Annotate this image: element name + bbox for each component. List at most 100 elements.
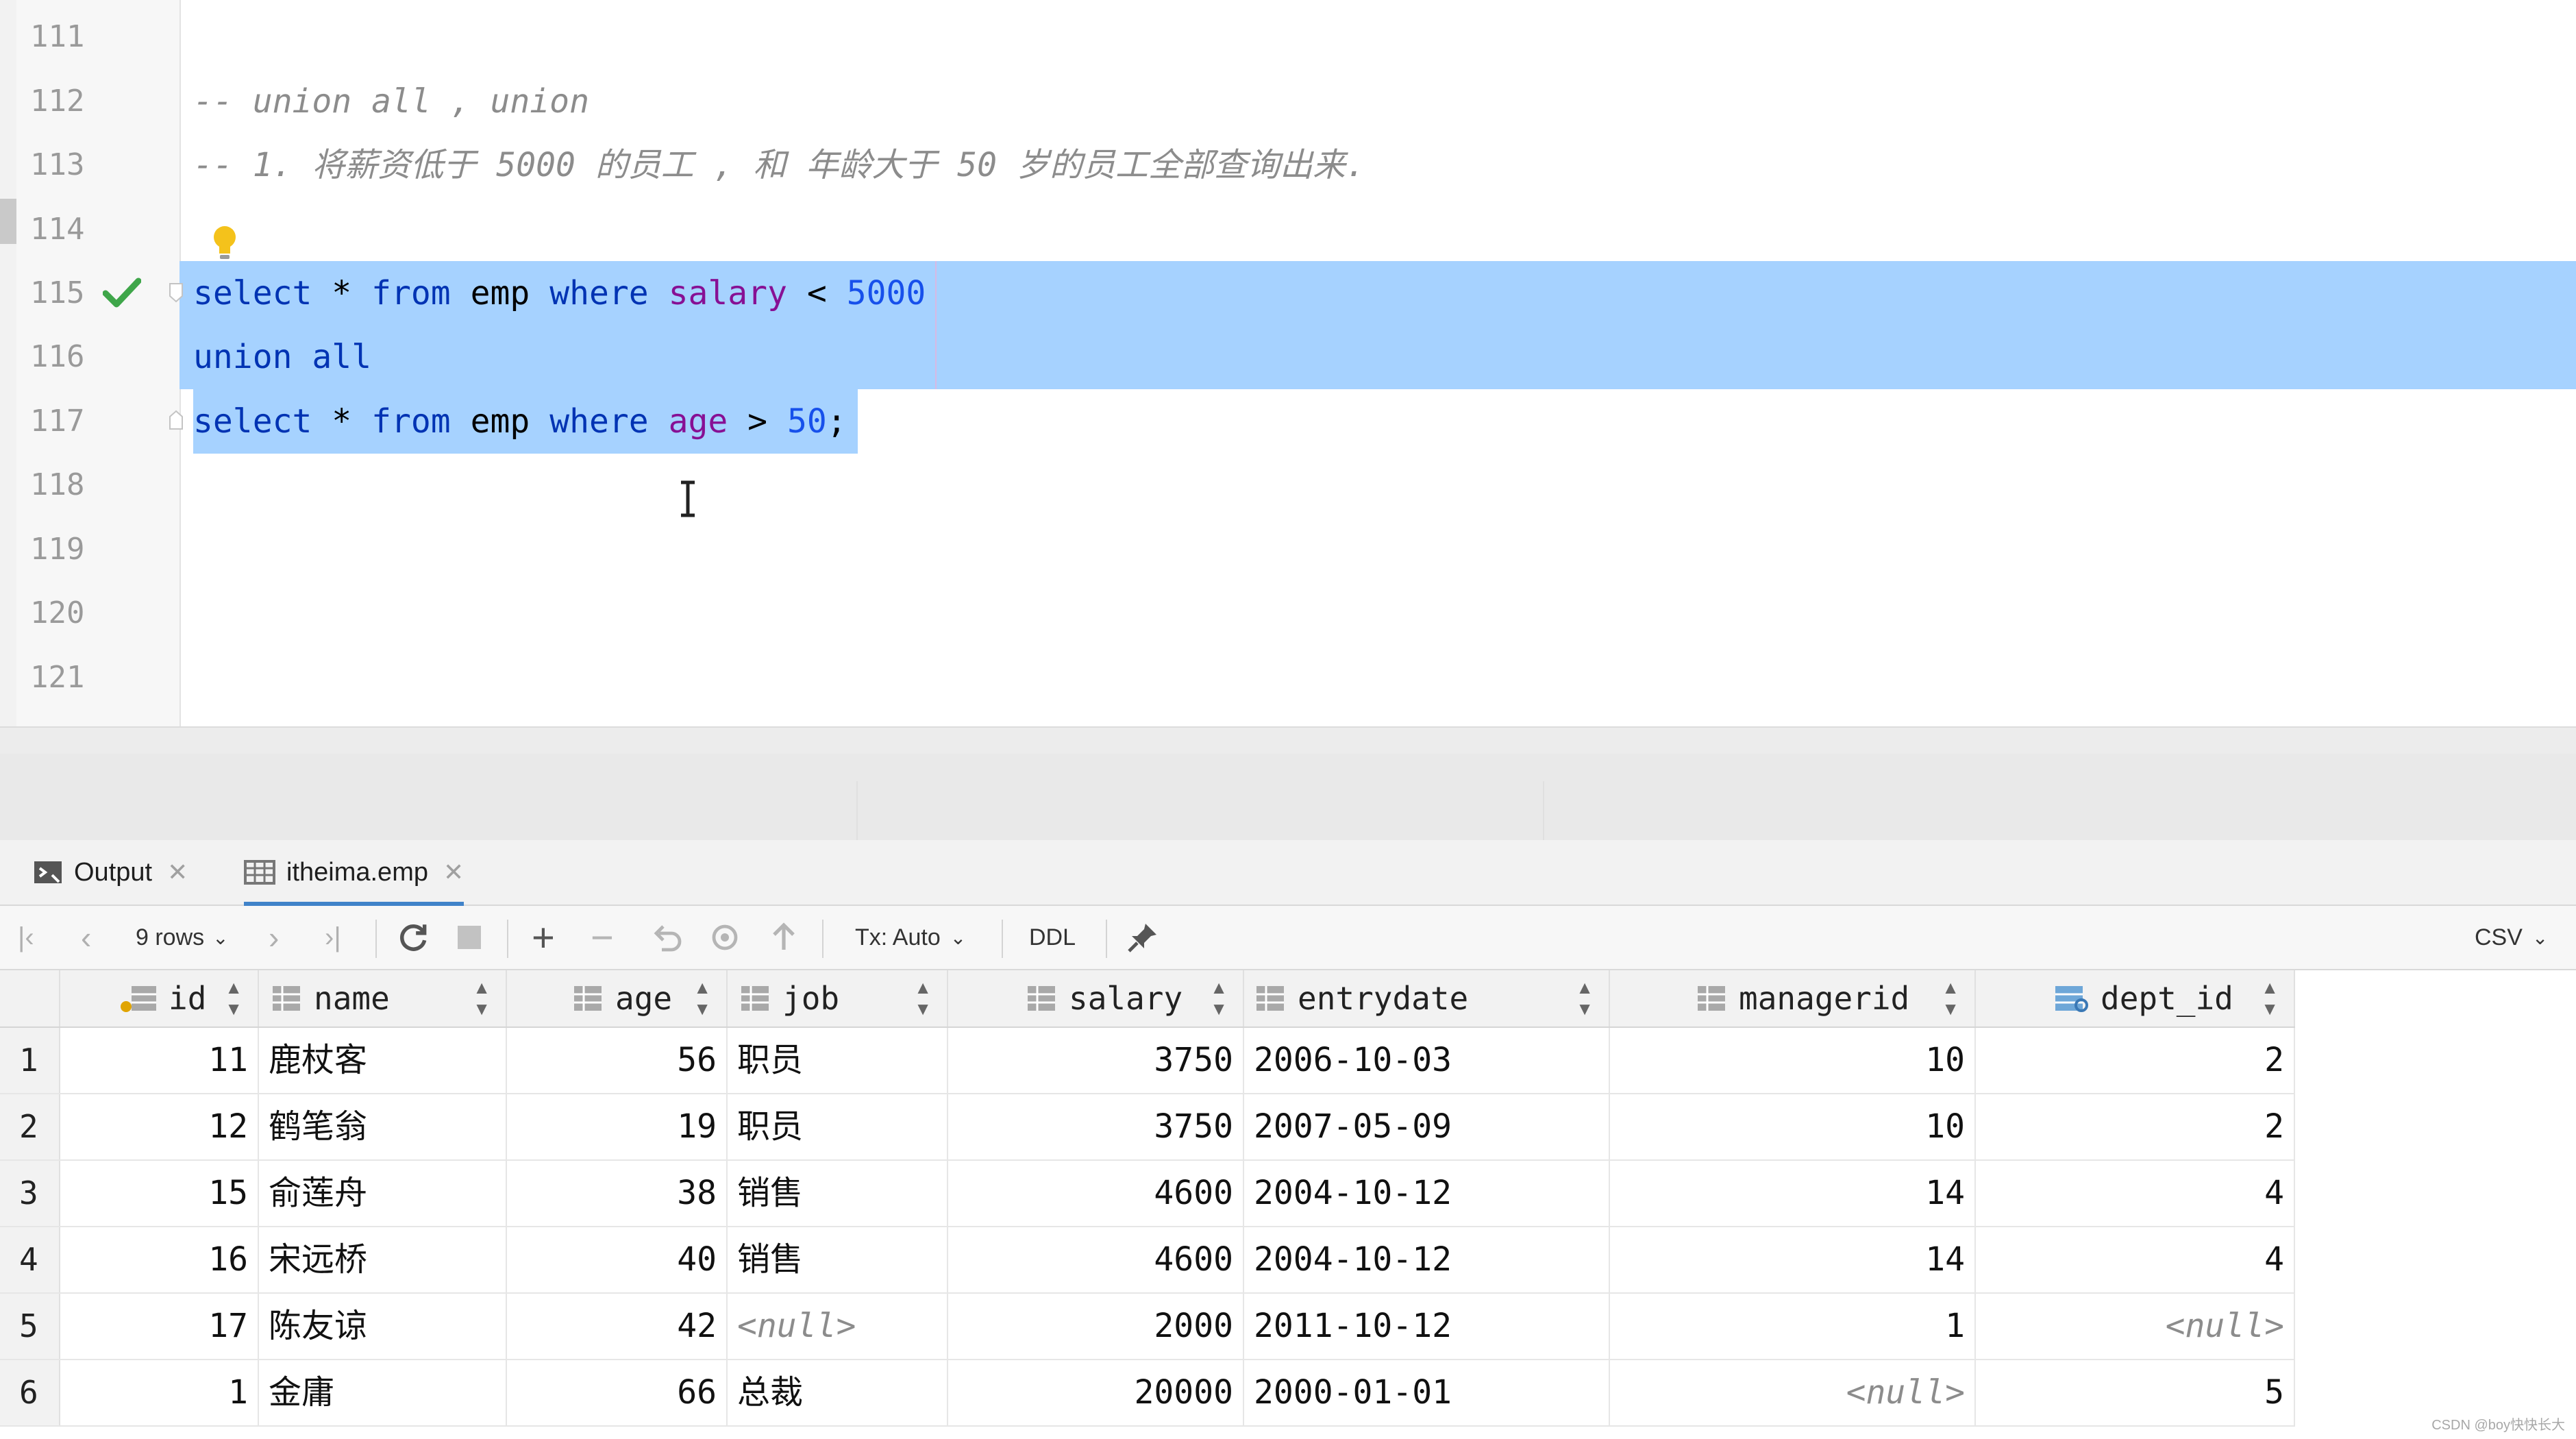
cell-dept-id[interactable]: 2: [1976, 1094, 2295, 1159]
row-number[interactable]: 2: [0, 1094, 60, 1159]
cell-dept-id[interactable]: <null>: [1976, 1294, 2295, 1359]
row-number[interactable]: 5: [0, 1294, 60, 1359]
column-header-dept-id[interactable]: dept_id ▲ ▼: [1976, 970, 2295, 1026]
cell-id[interactable]: 15: [60, 1161, 259, 1226]
sort-icon[interactable]: ▲ ▼: [1576, 977, 1594, 1020]
next-page-icon[interactable]: ›: [269, 906, 279, 969]
column-header-managerid[interactable]: managerid ▲ ▼: [1610, 970, 1976, 1026]
sort-icon[interactable]: ▲ ▼: [1210, 977, 1228, 1020]
table-row[interactable]: 3 15 俞莲舟 38 销售 4600 2004-10-12 14 4: [0, 1161, 2295, 1227]
cell-salary[interactable]: 4600: [948, 1227, 1244, 1292]
row-number[interactable]: 4: [0, 1227, 60, 1292]
cell-id[interactable]: 16: [60, 1227, 259, 1292]
cell-salary[interactable]: 20000: [948, 1360, 1244, 1425]
sql-editor[interactable]: 111 112 113 114 115 116 117 118 119 120 …: [0, 0, 2576, 726]
cell-managerid[interactable]: 14: [1610, 1161, 1976, 1226]
table-row[interactable]: 4 16 宋远桥 40 销售 4600 2004-10-12 14 4: [0, 1227, 2295, 1294]
cell-age[interactable]: 56: [507, 1028, 728, 1093]
cell-managerid[interactable]: 14: [1610, 1227, 1976, 1292]
sort-icon[interactable]: ▲ ▼: [473, 977, 491, 1020]
cell-dept-id[interactable]: 4: [1976, 1161, 2295, 1226]
column-header-job[interactable]: job ▲ ▼: [728, 970, 948, 1026]
cell-job[interactable]: 职员: [728, 1028, 948, 1093]
cell-job[interactable]: 销售: [728, 1227, 948, 1292]
stop-icon[interactable]: [458, 906, 481, 969]
cell-name[interactable]: 金庸: [259, 1360, 507, 1425]
cell-entrydate[interactable]: 2004-10-12: [1244, 1161, 1610, 1226]
table-row[interactable]: 6 1 金庸 66 总裁 20000 2000-01-01 <null> 5: [0, 1360, 2295, 1427]
cell-dept-id[interactable]: 5: [1976, 1360, 2295, 1425]
cell-age[interactable]: 66: [507, 1360, 728, 1425]
pin-tab-icon[interactable]: [1126, 906, 1159, 969]
cell-salary[interactable]: 4600: [948, 1161, 1244, 1226]
tab-itheima-emp[interactable]: itheima.emp ✕: [244, 840, 465, 906]
cell-job[interactable]: 销售: [728, 1161, 948, 1226]
column-header-id[interactable]: id ▲ ▼: [60, 970, 259, 1026]
cell-entrydate[interactable]: 2007-05-09: [1244, 1094, 1610, 1159]
close-icon[interactable]: ✕: [443, 858, 464, 887]
sort-icon[interactable]: ▲ ▼: [914, 977, 932, 1020]
cell-id[interactable]: 17: [60, 1294, 259, 1359]
cell-entrydate[interactable]: 2006-10-03: [1244, 1028, 1610, 1093]
cell-name[interactable]: 陈友谅: [259, 1294, 507, 1359]
sort-icon[interactable]: ▲ ▼: [1942, 977, 1959, 1020]
tab-output[interactable]: Output ✕: [33, 840, 188, 905]
column-header-salary[interactable]: salary ▲ ▼: [948, 970, 1244, 1026]
cell-dept-id[interactable]: 2: [1976, 1028, 2295, 1093]
cell-managerid[interactable]: 10: [1610, 1094, 1976, 1159]
first-page-icon[interactable]: |‹: [18, 906, 34, 969]
cell-job[interactable]: <null>: [728, 1294, 948, 1359]
table-row[interactable]: 5 17 陈友谅 42 <null> 2000 2011-10-12 1 <null>: [0, 1294, 2295, 1360]
cell-age[interactable]: 19: [507, 1094, 728, 1159]
ddl-button[interactable]: DDL: [1029, 906, 1076, 969]
rows-count-dropdown[interactable]: 9 rows ⌄: [136, 906, 229, 969]
fold-marker-icon[interactable]: [169, 282, 184, 303]
column-header-name[interactable]: name ▲ ▼: [259, 970, 507, 1026]
previous-page-icon[interactable]: ‹: [81, 906, 91, 969]
row-number[interactable]: 3: [0, 1161, 60, 1226]
cell-age[interactable]: 40: [507, 1227, 728, 1292]
cell-entrydate[interactable]: 2000-01-01: [1244, 1360, 1610, 1425]
delete-row-icon[interactable]: −: [591, 906, 614, 969]
cell-id[interactable]: 11: [60, 1028, 259, 1093]
cell-job[interactable]: 总裁: [728, 1360, 948, 1425]
cell-managerid[interactable]: 10: [1610, 1028, 1976, 1093]
export-format-dropdown[interactable]: CSV ⌄: [2475, 906, 2548, 969]
table-row[interactable]: 1 11 鹿杖客 56 职员 3750 2006-10-03 10 2: [0, 1028, 2295, 1094]
row-number[interactable]: 1: [0, 1028, 60, 1093]
sort-icon[interactable]: ▲ ▼: [225, 977, 243, 1020]
cell-dept-id[interactable]: 4: [1976, 1227, 2295, 1292]
column-header-age[interactable]: age ▲ ▼: [507, 970, 728, 1026]
cell-salary[interactable]: 3750: [948, 1028, 1244, 1093]
preview-changes-icon[interactable]: [710, 906, 744, 969]
cell-age[interactable]: 38: [507, 1161, 728, 1226]
sort-icon[interactable]: ▲ ▼: [693, 977, 711, 1020]
cell-managerid[interactable]: 1: [1610, 1294, 1976, 1359]
refresh-icon[interactable]: [396, 906, 430, 969]
column-header-entrydate[interactable]: entrydate ▲ ▼: [1244, 970, 1610, 1026]
cell-salary[interactable]: 3750: [948, 1094, 1244, 1159]
revert-icon[interactable]: [651, 906, 684, 969]
cell-id[interactable]: 12: [60, 1094, 259, 1159]
fold-marker-icon[interactable]: [169, 410, 184, 430]
panel-splitter[interactable]: [0, 726, 2576, 754]
cell-name[interactable]: 鹿杖客: [259, 1028, 507, 1093]
transaction-mode-dropdown[interactable]: Tx: Auto ⌄: [855, 906, 966, 969]
table-row[interactable]: 2 12 鹤笔翁 19 职员 3750 2007-05-09 10 2: [0, 1094, 2295, 1161]
cell-name[interactable]: 俞莲舟: [259, 1161, 507, 1226]
lightbulb-icon[interactable]: [210, 223, 240, 262]
add-row-icon[interactable]: +: [532, 906, 555, 969]
cell-age[interactable]: 42: [507, 1294, 728, 1359]
cell-name[interactable]: 宋远桥: [259, 1227, 507, 1292]
cell-salary[interactable]: 2000: [948, 1294, 1244, 1359]
cell-entrydate[interactable]: 2011-10-12: [1244, 1294, 1610, 1359]
cell-id[interactable]: 1: [60, 1360, 259, 1425]
cell-name[interactable]: 鹤笔翁: [259, 1094, 507, 1159]
cell-entrydate[interactable]: 2004-10-12: [1244, 1227, 1610, 1292]
cell-job[interactable]: 职员: [728, 1094, 948, 1159]
submit-icon[interactable]: [770, 906, 797, 969]
cell-managerid[interactable]: <null>: [1610, 1360, 1976, 1425]
last-page-icon[interactable]: ›|: [325, 906, 341, 969]
sort-icon[interactable]: ▲ ▼: [2261, 977, 2279, 1020]
row-number[interactable]: 6: [0, 1360, 60, 1425]
